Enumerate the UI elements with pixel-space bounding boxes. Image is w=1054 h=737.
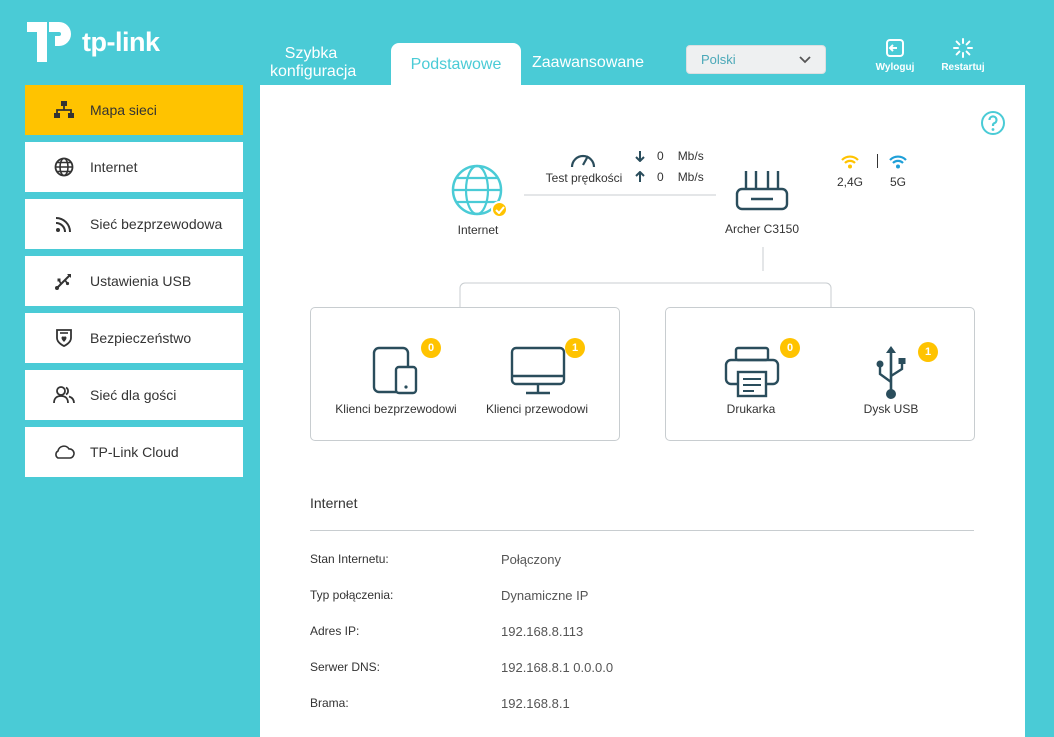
usb-disk-label: Dysk USB — [863, 402, 919, 416]
sidebar-item-internet[interactable]: Internet — [25, 142, 243, 192]
router-label: Archer C3150 — [724, 222, 800, 236]
guests-icon — [53, 384, 75, 406]
usb-disk-node[interactable]: 1 Dysk USB — [836, 338, 946, 428]
info-key: Stan Internetu: — [310, 552, 389, 566]
download-unit: Mb/s — [677, 149, 704, 163]
download-speed: 0 Mb/s — [635, 149, 704, 163]
band-5-label: 5G — [889, 175, 906, 189]
info-key: Brama: — [310, 696, 349, 710]
info-row-status: Stan Internetu: Połączony — [310, 552, 970, 567]
clients-card: 0 Klienci bezprzewodowi 1 Klienci przewo… — [310, 307, 620, 441]
sidebar-item-label: Sieć bezprzewodowa — [90, 216, 223, 232]
main-panel: Internet Test prędkości 0 Mb/s 0 Mb/s Ar… — [260, 85, 1025, 737]
usb-disk-count: 1 — [918, 342, 938, 362]
printer-label: Drukarka — [726, 402, 776, 416]
logout-button[interactable]: Wyloguj — [871, 38, 919, 73]
printer-icon — [724, 346, 780, 398]
sidebar-item-label: TP-Link Cloud — [90, 444, 179, 460]
wireless-clients-node[interactable]: 0 Klienci bezprzewodowi — [331, 338, 461, 428]
sidebar-item-security[interactable]: Bezpieczeństwo — [25, 313, 243, 363]
restart-button[interactable]: Restartuj — [937, 38, 989, 73]
info-row-connection-type: Typ połączenia: Dynamiczne IP — [310, 588, 970, 603]
sidebar-item-guest[interactable]: Sieć dla gości — [25, 370, 243, 420]
desktop-icon — [510, 346, 566, 395]
logout-label: Wyloguj — [875, 62, 915, 73]
topology-lines — [459, 194, 832, 307]
sidebar-item-label: Bezpieczeństwo — [90, 330, 192, 346]
sidebar-item-label: Mapa sieci — [90, 102, 157, 118]
mobile-devices-icon — [372, 346, 418, 395]
upload-unit: Mb/s — [677, 170, 704, 184]
sidebar-item-wireless[interactable]: Sieć bezprzewodowa — [25, 199, 243, 249]
info-value: Dynamiczne IP — [501, 588, 589, 603]
tab-basic[interactable]: Podstawowe — [391, 43, 521, 87]
info-value: Połączony — [501, 552, 561, 567]
sidebar: Mapa sieci Internet Sieć bezprzewodowa U… — [25, 85, 243, 484]
sidebar-item-label: Sieć dla gości — [90, 387, 177, 403]
shield-icon — [53, 327, 75, 349]
wireless-clients-label: Klienci bezprzewodowi — [335, 402, 457, 416]
tp-link-logo-icon — [27, 22, 71, 62]
sidebar-item-label: Ustawienia USB — [90, 273, 192, 289]
info-key: Serwer DNS: — [310, 660, 381, 674]
wired-clients-count: 1 — [565, 338, 585, 358]
band-24-label: 2,4G — [836, 175, 863, 189]
logo-text: tp-link — [82, 26, 160, 57]
restart-icon — [953, 38, 973, 58]
language-selected: Polski — [701, 52, 736, 67]
speed-test-label[interactable]: Test prędkości — [536, 171, 632, 185]
cloud-icon — [53, 441, 75, 463]
globe-icon — [53, 156, 75, 178]
tab-quick-setup[interactable]: Szybka konfiguracja — [270, 45, 356, 81]
info-row-gateway: Brama: 192.168.8.1 — [310, 696, 970, 711]
connected-check-icon — [491, 201, 508, 218]
internet-section-title: Internet — [310, 495, 358, 511]
info-value: 192.168.8.1 0.0.0.0 — [501, 660, 614, 675]
upload-speed: 0 Mb/s — [635, 170, 704, 184]
info-value: 192.168.8.113 — [501, 624, 584, 639]
language-select[interactable]: Polski — [686, 45, 826, 74]
arrow-down-icon — [635, 151, 645, 162]
wireless-clients-count: 0 — [421, 338, 441, 358]
printer-count: 0 — [780, 338, 800, 358]
usb-devices-card: 0 Drukarka 1 Dysk USB — [665, 307, 975, 441]
printer-node[interactable]: 0 Drukarka — [696, 338, 806, 428]
band-divider — [877, 154, 878, 168]
usb-icon — [53, 270, 75, 292]
info-row-ip: Adres IP: 192.168.8.113 — [310, 624, 970, 639]
tab-advanced[interactable]: Zaawansowane — [532, 54, 644, 72]
wired-clients-node[interactable]: 1 Klienci przewodowi — [477, 338, 607, 428]
wired-clients-label: Klienci przewodowi — [485, 402, 589, 416]
info-value: 192.168.8.1 — [501, 696, 570, 711]
logout-icon — [886, 39, 904, 57]
wifi-5-icon[interactable] — [888, 153, 908, 169]
usb-disk-icon — [876, 346, 906, 399]
sidebar-item-cloud[interactable]: TP-Link Cloud — [25, 427, 243, 477]
sidebar-item-label: Internet — [90, 159, 138, 175]
info-key: Adres IP: — [310, 624, 360, 638]
download-value: 0 — [657, 149, 664, 163]
wireless-icon — [53, 213, 75, 235]
speedometer-icon[interactable] — [569, 147, 597, 171]
internet-node[interactable] — [450, 163, 510, 223]
info-key: Typ połączenia: — [310, 588, 394, 602]
chevron-down-icon — [799, 55, 811, 63]
sidebar-item-usb[interactable]: Ustawienia USB — [25, 256, 243, 306]
wifi-24-icon[interactable] — [840, 153, 860, 169]
sidebar-item-network-map[interactable]: Mapa sieci — [25, 85, 243, 135]
info-row-dns: Serwer DNS: 192.168.8.1 0.0.0.0 — [310, 660, 970, 675]
arrow-up-icon — [635, 171, 645, 182]
network-map-icon — [53, 99, 75, 121]
tp-link-logo: tp-link — [25, 18, 160, 66]
upload-value: 0 — [657, 170, 664, 184]
internet-label: Internet — [457, 223, 499, 237]
restart-label: Restartuj — [941, 62, 985, 73]
router-icon[interactable] — [734, 169, 790, 215]
section-divider — [310, 530, 974, 531]
